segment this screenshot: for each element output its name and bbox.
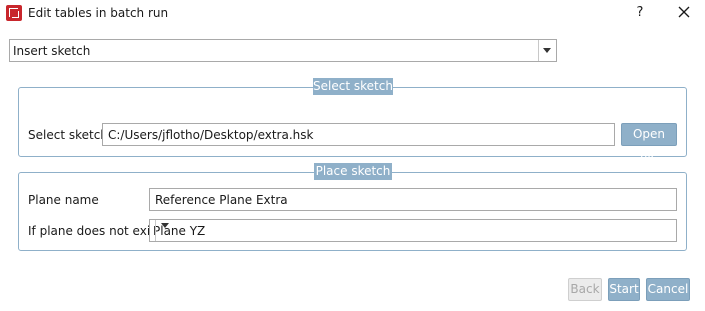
chevron-down-icon <box>161 223 169 228</box>
plane-name-label: Plane name <box>28 193 99 207</box>
select-sketch-group <box>18 87 687 157</box>
window-title: Edit tables in batch run <box>28 6 169 20</box>
place-sketch-group-title: Place sketch <box>314 163 392 180</box>
start-button[interactable]: Start <box>608 278 640 301</box>
plane-name-field[interactable]: Reference Plane Extra <box>149 188 677 211</box>
help-button[interactable]: ? <box>631 3 649 23</box>
close-icon <box>678 6 690 18</box>
plane-name-value: Reference Plane Extra <box>155 193 288 207</box>
mode-dropdown-value: Insert sketch <box>13 44 91 58</box>
sketch-path-value: C:/Users/jflotho/Desktop/extra.hsk <box>108 128 314 142</box>
mode-dropdown-arrow[interactable] <box>538 40 556 61</box>
select-sketch-group-title: Select sketch <box>313 78 393 95</box>
app-logo-icon <box>6 5 22 21</box>
sketch-path-field[interactable]: C:/Users/jflotho/Desktop/extra.hsk <box>102 123 615 146</box>
fallback-plane-arrow[interactable] <box>155 220 173 241</box>
fallback-plane-dropdown[interactable]: Plane YZ <box>149 219 677 242</box>
mode-dropdown[interactable]: Insert sketch <box>9 39 557 62</box>
select-sketch-label: Select sketch <box>28 128 108 142</box>
chevron-down-icon <box>543 48 551 53</box>
close-button[interactable] <box>674 3 694 23</box>
open-file-button[interactable]: Open file <box>621 123 677 162</box>
fallback-plane-label: If plane does not exist <box>28 224 162 238</box>
back-button[interactable]: Back <box>568 278 602 301</box>
cancel-button[interactable]: Cancel <box>646 278 690 301</box>
